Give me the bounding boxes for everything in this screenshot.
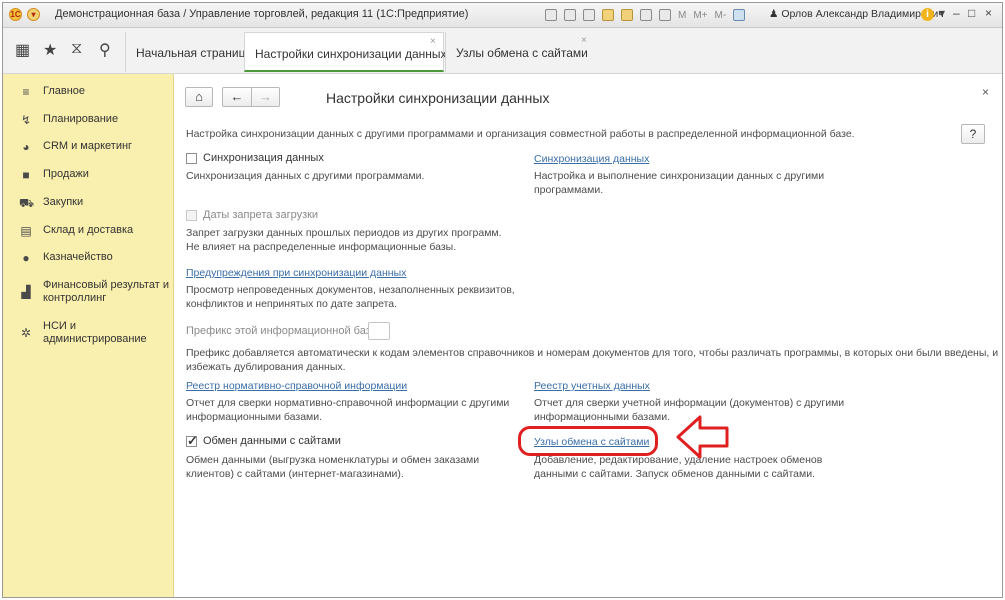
intro-text: Настройка синхронизации данных с другими… <box>186 128 855 140</box>
sidebar-item-label: CRM и маркетинг <box>43 140 133 152</box>
docs-registry-description: информационными базами. <box>534 411 671 423</box>
preview-icon[interactable] <box>583 9 595 21</box>
back-button[interactable]: ← <box>222 87 251 107</box>
calendar-icon[interactable] <box>640 9 652 21</box>
search-icon[interactable]: ⚲ <box>99 40 111 60</box>
highlight-arrow-icon <box>676 415 729 459</box>
site-exchange-description: Обмен данными (выгрузка номенклатуры и о… <box>186 454 480 466</box>
history-icon[interactable] <box>621 9 633 21</box>
sidebar-item-label: Планирование <box>43 113 119 125</box>
sync-link-description: Настройка и выполнение синхронизации дан… <box>534 170 825 182</box>
close-form-button[interactable]: × <box>982 85 989 99</box>
planning-icon: ↯ <box>20 113 32 127</box>
sync-link[interactable]: Синхронизация данных <box>534 153 649 165</box>
app-menu-icon[interactable]: ▾ <box>27 8 40 21</box>
calculator-icon[interactable] <box>659 9 671 21</box>
memory-plus-button[interactable]: M+ <box>693 10 707 21</box>
app-window: 1С ▾ Демонстрационная база / Управление … <box>2 2 1003 598</box>
sync-checkbox-label[interactable]: Синхронизация данных <box>203 152 324 164</box>
print-icon[interactable] <box>564 9 576 21</box>
checkmark-icon: ✓ <box>187 433 198 448</box>
history-icon[interactable]: ⧖ <box>71 40 82 58</box>
window-title: Демонстрационная база / Управление торго… <box>55 8 469 20</box>
arrow-left-icon: ← <box>230 89 244 104</box>
sync-description: Синхронизация данных с другими программа… <box>186 170 425 182</box>
favorites-icon[interactable] <box>602 9 614 21</box>
docs-registry-description: Отчет для сверки учетной информации (док… <box>534 397 845 409</box>
pie-chart-icon: ◕ <box>22 140 30 154</box>
sidebar-item-label: Склад и доставка <box>43 224 134 236</box>
memory-minus-button[interactable]: M- <box>715 10 727 21</box>
menu-lines-icon: ≡ <box>22 85 30 99</box>
sidebar-item-label: Финансовый результат и контроллинг <box>43 279 169 304</box>
cart-icon: ⛟ <box>19 196 35 210</box>
shopping-bag-icon: ■ <box>22 168 30 182</box>
sync-warnings-link[interactable]: Предупреждения при синхронизации данных <box>186 267 406 279</box>
tab-label: Узлы обмена с сайтами <box>456 46 588 60</box>
tab-label: Начальная страница <box>136 46 253 60</box>
sync-checkbox[interactable] <box>186 153 197 164</box>
restrict-dates-description: Не влияет на распределенные информационн… <box>186 241 457 253</box>
memory-button[interactable]: M <box>678 10 686 21</box>
title-bar: 1С ▾ Демонстрационная база / Управление … <box>3 3 1002 28</box>
dropdown-icon[interactable] <box>752 9 756 21</box>
prefix-description: Префикс добавляется автоматически к кода… <box>186 347 999 359</box>
restrict-dates-description: Запрет загрузки данных прошлых периодов … <box>186 227 502 239</box>
sync-warnings-description: конфликтов и непринятых по дате запрета. <box>186 298 398 310</box>
sync-link-description: программами. <box>534 184 604 196</box>
sidebar-item-label: НСИ и администрирование <box>43 320 147 345</box>
help-button[interactable]: ? <box>961 124 985 144</box>
user-name[interactable]: ♟ Орлов Александр Владимирович <box>769 8 944 20</box>
page-title: Настройки синхронизации данных <box>326 90 550 106</box>
nsi-registry-link[interactable]: Реестр нормативно-справочной информации <box>186 380 407 392</box>
highlight-ring <box>518 426 658 456</box>
tab-close-icon[interactable]: × <box>581 35 587 46</box>
sidebar-item-label: Закупки <box>43 196 84 208</box>
site-nodes-description: данными с сайтами. Запуск обменов данным… <box>534 468 816 480</box>
site-exchange-description: клиентов) с сайтами (интернет-магазинами… <box>186 468 404 480</box>
warehouse-icon: ▤ <box>20 224 32 238</box>
prefix-description: избежать дублирования данных. <box>186 361 346 373</box>
restrict-dates-checkbox <box>186 210 197 221</box>
maximize-button[interactable]: □ <box>968 6 975 20</box>
user-icon: ♟ <box>769 8 782 20</box>
dropdown-button[interactable]: ▾ <box>939 6 945 20</box>
app-logo-icon: 1С <box>9 8 22 21</box>
panels-icon[interactable] <box>733 9 746 21</box>
site-exchange-label[interactable]: Обмен данными с сайтами <box>203 435 341 447</box>
info-icon[interactable]: i <box>921 8 934 21</box>
prefix-input[interactable] <box>368 322 390 340</box>
bar-chart-icon: ▟ <box>21 285 31 299</box>
sidebar: ≡ Главное ↯ Планирование ◕ CRM и маркети… <box>3 74 174 597</box>
home-icon: ⌂ <box>195 89 203 104</box>
tab-label: Настройки синхронизации данных <box>255 47 447 61</box>
nsi-registry-description: информационными базами. <box>186 411 323 423</box>
sync-warnings-description: Просмотр непроведенных документов, незап… <box>186 284 515 296</box>
save-icon[interactable] <box>545 9 557 21</box>
sidebar-item-label: Казначейство <box>43 251 113 263</box>
apps-grid-icon[interactable]: ▦ <box>15 40 30 60</box>
site-exchange-checkbox[interactable]: ✓ <box>186 433 198 448</box>
main-panel: ⌂ ← → Настройки синхронизации данных × ?… <box>174 74 1002 597</box>
restrict-dates-label: Даты запрета загрузки <box>203 209 319 221</box>
minimize-button[interactable]: – <box>953 6 960 20</box>
gear-icon: ✲ <box>20 326 32 340</box>
home-button[interactable]: ⌂ <box>185 87 213 107</box>
coin-icon: ● <box>22 251 30 265</box>
prefix-label: Префикс этой информационной базы: <box>186 325 382 337</box>
close-window-button[interactable]: × <box>985 6 992 20</box>
arrow-right-icon: → <box>259 89 272 104</box>
star-icon[interactable]: ★ <box>43 40 57 60</box>
nsi-registry-description: Отчет для сверки нормативно-справочной и… <box>186 397 510 409</box>
forward-button[interactable]: → <box>251 87 280 107</box>
title-toolbar: M M+ M- <box>545 7 763 23</box>
docs-registry-link[interactable]: Реестр учетных данных <box>534 380 650 392</box>
tab-site-nodes[interactable]: Узлы обмена с сайтами × <box>445 32 595 72</box>
sidebar-item-label: Продажи <box>43 168 89 180</box>
tab-close-icon[interactable]: × <box>430 36 436 47</box>
tab-sync-settings[interactable]: Настройки синхронизации данных × <box>244 32 447 72</box>
tab-bar: ▦ ★ ⧖ ⚲ Начальная страница Настройки син… <box>3 28 1002 74</box>
tab-home[interactable]: Начальная страница <box>125 32 252 72</box>
sidebar-item-label: Главное <box>43 85 86 97</box>
